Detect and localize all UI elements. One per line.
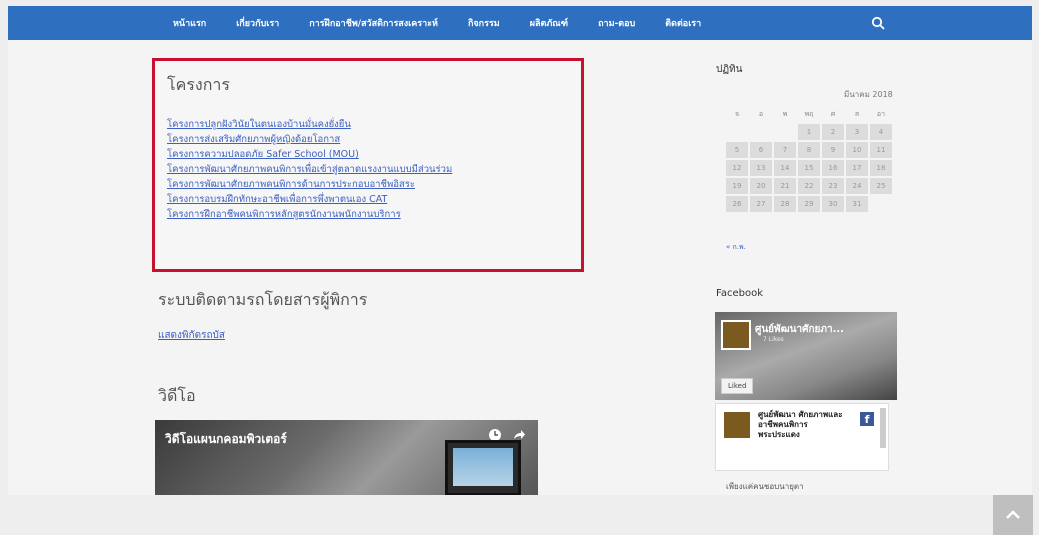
calendar-empty-cell xyxy=(774,124,796,140)
video-thumbnail[interactable]: วิดีโอแผนกคอมพิวเตอร์ xyxy=(155,420,538,495)
calendar-day[interactable]: 14 xyxy=(774,160,796,176)
project-link[interactable]: โครงการส่งเสริมศักยภาพผู้หญิงด้อยโอกาส xyxy=(167,132,452,147)
calendar-day[interactable]: 12 xyxy=(726,160,748,176)
calendar-day[interactable]: 28 xyxy=(774,196,796,212)
calendar-day[interactable]: 5 xyxy=(726,142,748,158)
calendar-empty-cell xyxy=(750,124,772,140)
project-link[interactable]: โครงการพัฒนาศักยภาพคนพิการเพื่อเข้าสู่ตล… xyxy=(167,162,452,177)
calendar-day[interactable]: 13 xyxy=(750,160,772,176)
projects-title: โครงการ xyxy=(167,75,230,94)
calendar-day[interactable]: 18 xyxy=(870,160,892,176)
calendar-day-header: อ xyxy=(758,109,764,118)
calendar-empty-cell xyxy=(870,196,892,212)
calendar-day[interactable]: 20 xyxy=(750,178,772,194)
chevron-up-icon xyxy=(1006,510,1020,519)
calendar-prev-link[interactable]: « ก.พ. xyxy=(726,242,746,253)
facebook-scrollbar[interactable] xyxy=(880,408,886,448)
calendar-week: 19 20 21 22 23 24 25 xyxy=(726,178,892,194)
calendar-day-header: ส xyxy=(854,109,860,118)
calendar-day[interactable]: 3 xyxy=(846,124,868,140)
project-link[interactable]: โครงการอบรมฝึกทักษะอาชีพเพื่อการพึ่งพาตน… xyxy=(167,192,452,207)
calendar-day[interactable]: 23 xyxy=(822,178,844,194)
calendar-day-header: พ xyxy=(782,109,788,118)
calendar-empty-cell xyxy=(726,124,748,140)
calendar-day-header: อา xyxy=(876,109,886,118)
calendar-day[interactable]: 16 xyxy=(822,160,844,176)
nav-item[interactable]: เกี่ยวกับเรา xyxy=(236,16,279,30)
project-links: โครงการปลูกฝังวินัยในตนเองบ้านมั่นคงยั่ง… xyxy=(167,117,452,222)
calendar-day[interactable]: 8 xyxy=(798,142,820,158)
calendar-day[interactable]: 22 xyxy=(798,178,820,194)
nav-item[interactable]: ติดต่อเรา xyxy=(665,16,701,30)
scroll-to-top-button[interactable] xyxy=(993,495,1033,535)
calendar-day[interactable]: 31 xyxy=(846,196,868,212)
calendar-day[interactable]: 10 xyxy=(846,142,868,158)
video-title: วิดีโอ xyxy=(158,386,196,405)
calendar-day[interactable]: 24 xyxy=(846,178,868,194)
calendar-day[interactable]: 4 xyxy=(870,124,892,140)
calendar-day[interactable]: 30 xyxy=(822,196,844,212)
calendar-week: 26 27 28 29 30 31 xyxy=(726,196,892,212)
monitor-image xyxy=(445,440,521,495)
calendar-title: ปฏิทิน xyxy=(716,64,743,75)
nav-item[interactable]: ผลิตภัณฑ์ xyxy=(530,16,568,30)
calendar-day-header: พฤ xyxy=(804,109,814,118)
calendar-day[interactable]: 19 xyxy=(726,178,748,194)
facebook-post-name[interactable]: ศูนย์พัฒนา ศักยภาพและอาชีพคนพิการ พระประ… xyxy=(758,410,848,440)
calendar-day[interactable]: 9 xyxy=(822,142,844,158)
page-content: โครงการ โครงการปลูกฝังวินัยในตนเองบ้านมั… xyxy=(8,40,1033,535)
calendar-day[interactable]: 6 xyxy=(750,142,772,158)
calendar-day[interactable]: 26 xyxy=(726,196,748,212)
calendar-day[interactable]: 1 xyxy=(798,124,820,140)
calendar-day[interactable]: 7 xyxy=(774,142,796,158)
video-caption: วิดีโอแผนกคอมพิวเตอร์ xyxy=(165,432,287,446)
tracking-link[interactable]: แสดงพิกัดรถบัส xyxy=(158,328,225,343)
facebook-logo-icon: f xyxy=(860,412,874,426)
tracking-title: ระบบติดตามรถโดยสารผู้พิการ xyxy=(158,290,368,309)
calendar-day-header: จ xyxy=(734,109,740,118)
calendar-day[interactable]: 15 xyxy=(798,160,820,176)
facebook-liked-button[interactable]: Liked xyxy=(721,378,754,394)
nav-item[interactable]: ถาม-ตอบ xyxy=(598,16,635,30)
calendar-day[interactable]: 29 xyxy=(798,196,820,212)
calendar-day[interactable]: 25 xyxy=(870,178,892,194)
calendar-day[interactable]: 27 xyxy=(750,196,772,212)
facebook-title: Facebook xyxy=(716,288,763,299)
facebook-avatar xyxy=(721,320,751,350)
facebook-page-name[interactable]: ศูนย์พัฒนาศักยภา... xyxy=(755,322,844,337)
calendar-week: 5 6 7 8 9 10 11 xyxy=(726,142,892,158)
facebook-page-card[interactable]: ศูนย์พัฒนาศักยภา... 7 Likes Liked xyxy=(715,312,897,400)
calendar-day[interactable]: 21 xyxy=(774,178,796,194)
calendar-day[interactable]: 17 xyxy=(846,160,868,176)
nav-menu: หน้าแรก เกี่ยวกับเรา การฝึกอาชีพ/สวัสดิการ… xyxy=(173,16,731,30)
nav-item[interactable]: การฝึกอาชีพ/สวัสดิการสงเคราะห์ xyxy=(309,16,438,30)
project-link[interactable]: โครงการความปลอดภัย Safer School (MOU) xyxy=(167,147,452,162)
facebook-post: ศูนย์พัฒนา ศักยภาพและอาชีพคนพิการ พระประ… xyxy=(715,403,889,471)
facebook-post-avatar xyxy=(724,412,750,438)
calendar-week: 12 13 14 15 16 17 18 xyxy=(726,160,892,176)
calendar-grid: จอพพฤศสอา 1 2 3 4 5 6 7 8 9 10 11 12 13 14 15 16 17 18 19 2… xyxy=(724,104,894,214)
facebook-bottom-text: เพียงแค่คนชอบนายุตา xyxy=(726,482,804,491)
calendar-week: 1234 xyxy=(726,124,892,140)
projects-panel: โครงการ โครงการปลูกฝังวินัยในตนเองบ้านมั… xyxy=(152,58,584,272)
top-navbar: หน้าแรก เกี่ยวกับเรา การฝึกอาชีพ/สวัสดิการ… xyxy=(8,6,1032,40)
calendar-day-header: ศ xyxy=(830,109,836,118)
calendar-month: มีนาคม 2018 xyxy=(844,90,893,99)
search-icon[interactable] xyxy=(871,16,885,30)
calendar-day[interactable]: 11 xyxy=(870,142,892,158)
calendar-day[interactable]: 2 xyxy=(822,124,844,140)
project-link[interactable]: โครงการปลูกฝังวินัยในตนเองบ้านมั่นคงยั่ง… xyxy=(167,117,452,132)
facebook-likes-count: 7 Likes xyxy=(763,336,784,343)
project-link[interactable]: โครงการพัฒนาศักยภาพคนพิการด้านการประกอบอ… xyxy=(167,177,452,192)
project-link[interactable]: โครงการฝึกอาชีพคนพิการหลักสูตรนักงานพนัก… xyxy=(167,207,452,222)
nav-item[interactable]: กิจกรรม xyxy=(468,16,500,30)
nav-item[interactable]: หน้าแรก xyxy=(173,16,206,30)
